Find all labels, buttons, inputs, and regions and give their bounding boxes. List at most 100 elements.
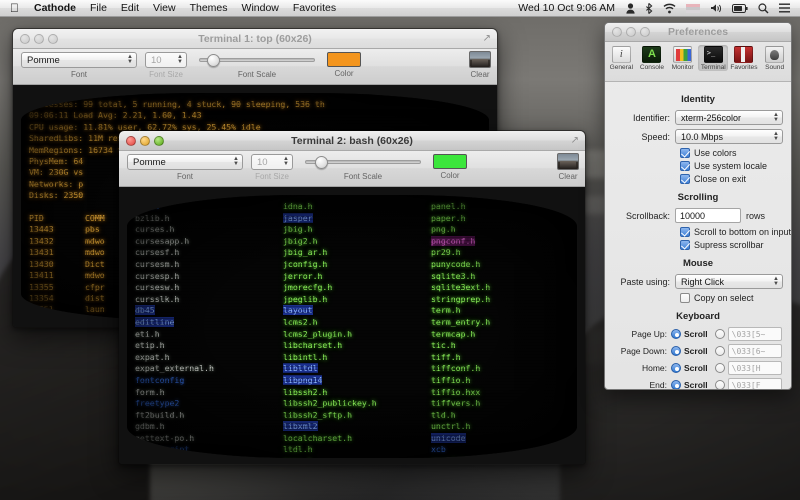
fullscreen-icon[interactable]: ↗ bbox=[571, 131, 585, 151]
terminal2-font-select[interactable]: Pomme ▲ ▼ bbox=[127, 154, 243, 170]
maximize-button[interactable] bbox=[154, 135, 164, 146]
terminal1-color-swatch[interactable] bbox=[327, 52, 361, 67]
menu-item-themes[interactable]: Themes bbox=[183, 0, 235, 17]
terminal1-font-scale-slider[interactable] bbox=[197, 52, 317, 68]
home-scroll-option[interactable]: Scroll bbox=[671, 363, 708, 373]
preferences-titlebar[interactable]: Preferences bbox=[605, 23, 791, 42]
menu-bar-status-area: Wed 10 Oct 9:06 AM bbox=[512, 0, 800, 16]
maximize-button[interactable] bbox=[48, 33, 58, 44]
pref-tab-favorites[interactable]: Favorites bbox=[729, 45, 759, 71]
terminal2-font-scale-slider[interactable] bbox=[303, 154, 423, 170]
scrollback-input[interactable]: 10000 bbox=[675, 208, 741, 223]
terminal2-crt[interactable]: boost bzlib.h curses.h cursesapp.h cursesf.h… bbox=[127, 195, 577, 458]
terminal1-font-size-select[interactable]: 10 ▲ ▼ bbox=[145, 52, 187, 68]
page-down-escape-radio[interactable] bbox=[714, 346, 725, 356]
menu-item-favorites[interactable]: Favorites bbox=[286, 0, 343, 17]
suppress-scrollbar-row[interactable]: Supress scrollbar bbox=[680, 240, 783, 250]
page-down-scroll-label: Scroll bbox=[684, 346, 708, 356]
page-down-escape-input[interactable]: \033[6~ bbox=[727, 344, 782, 358]
list-item: tiffvers.h bbox=[431, 398, 481, 409]
fullscreen-icon[interactable]: ↗ bbox=[483, 29, 497, 49]
home-escape-radio[interactable] bbox=[714, 363, 725, 373]
pref-tab-console[interactable]: Console bbox=[637, 45, 667, 71]
menu-item-file[interactable]: File bbox=[83, 0, 114, 17]
close-button[interactable] bbox=[126, 135, 136, 146]
list-item: pngconf.h bbox=[431, 235, 476, 246]
terminal-window-2[interactable]: Terminal 2: bash (60x26) ↗ Pomme ▲ ▼ Font… bbox=[118, 130, 586, 465]
close-on-exit-checkbox[interactable] bbox=[680, 174, 690, 184]
scroll-to-bottom-checkbox[interactable] bbox=[680, 227, 690, 237]
scroll-bottom-row[interactable]: Scroll to bottom on input bbox=[680, 227, 791, 237]
home-scroll-radio[interactable] bbox=[671, 363, 681, 373]
volume-icon[interactable] bbox=[705, 3, 727, 14]
file-listing: boost bzlib.h curses.h cursesapp.h cursesf.h… bbox=[135, 201, 569, 458]
list-item: expat.h bbox=[135, 351, 170, 362]
end-escape-input[interactable]: \033[F bbox=[727, 378, 782, 389]
speed-select[interactable]: 10.0 Mbps ▲ ▼ bbox=[675, 129, 783, 144]
minimize-button[interactable] bbox=[140, 135, 150, 146]
minimize-button[interactable] bbox=[626, 27, 636, 37]
terminal2-titlebar[interactable]: Terminal 2: bash (60x26) ↗ bbox=[119, 131, 585, 151]
menu-bar-clock[interactable]: Wed 10 Oct 9:06 AM bbox=[512, 2, 621, 14]
terminal1-window-controls bbox=[13, 33, 58, 44]
pref-tab-sound[interactable]: Sound bbox=[760, 45, 790, 71]
use-colors-row[interactable]: Use colors bbox=[680, 148, 783, 158]
paste-using-select[interactable]: Right Click ▲ ▼ bbox=[675, 274, 783, 289]
terminal1-color-label: Color bbox=[334, 69, 354, 78]
bluetooth-icon[interactable] bbox=[640, 2, 658, 14]
minimize-button[interactable] bbox=[34, 33, 44, 44]
use-system-locale-checkbox[interactable] bbox=[680, 161, 690, 171]
home-escape-input[interactable]: \033[H bbox=[727, 361, 782, 375]
close-button[interactable] bbox=[20, 33, 30, 44]
end-scroll-option[interactable]: Scroll bbox=[671, 380, 708, 389]
pref-tab-terminal[interactable]: Terminal bbox=[698, 45, 729, 71]
identifier-select[interactable]: xterm-256color ▲ ▼ bbox=[675, 110, 783, 125]
end-escape-radio[interactable] bbox=[714, 380, 725, 389]
menu-item-edit[interactable]: Edit bbox=[114, 0, 146, 17]
search-icon[interactable] bbox=[753, 2, 774, 14]
end-scroll-radio[interactable] bbox=[671, 380, 681, 389]
copy-on-select-row[interactable]: Copy on select bbox=[680, 293, 783, 303]
books-icon bbox=[734, 46, 754, 63]
menu-item-view[interactable]: View bbox=[146, 0, 183, 17]
slider-knob[interactable] bbox=[315, 155, 328, 169]
flag-icon[interactable] bbox=[681, 3, 705, 13]
list-item: jbig.h bbox=[283, 224, 313, 235]
page-down-scroll-radio[interactable] bbox=[671, 346, 681, 356]
terminal2-clear-button[interactable]: Clear bbox=[557, 153, 579, 181]
page-up-escape-input[interactable]: \033[5~ bbox=[727, 327, 782, 341]
preferences-window[interactable]: Preferences General Console Monitor Term… bbox=[604, 22, 792, 390]
row-pid: 13351 bbox=[29, 304, 54, 315]
menu-item-window[interactable]: Window bbox=[235, 0, 286, 17]
apple-menu-icon[interactable]:  bbox=[0, 0, 27, 17]
close-on-exit-row[interactable]: Close on exit bbox=[680, 174, 783, 184]
page-up-scroll-option[interactable]: Scroll bbox=[671, 329, 708, 339]
page-up-escape-radio[interactable] bbox=[714, 329, 725, 339]
terminal1-font-select[interactable]: Pomme ▲ ▼ bbox=[21, 52, 137, 68]
keyboard-heading: Keyboard bbox=[676, 311, 720, 322]
battery-icon[interactable] bbox=[727, 3, 753, 13]
pref-tab-general[interactable]: General bbox=[606, 45, 636, 71]
terminal2-fontscale-group: Font Scale bbox=[303, 151, 423, 181]
page-up-scroll-radio[interactable] bbox=[671, 329, 681, 339]
close-button[interactable] bbox=[612, 27, 622, 37]
copy-on-select-checkbox[interactable] bbox=[680, 293, 690, 303]
maximize-button[interactable] bbox=[640, 27, 650, 37]
terminal1-titlebar[interactable]: Terminal 1: top (60x26) ↗ bbox=[13, 29, 497, 49]
notification-icon[interactable] bbox=[774, 3, 795, 13]
identifier-value: xterm-256color bbox=[681, 112, 742, 123]
use-system-locale-row[interactable]: Use system locale bbox=[680, 161, 783, 171]
pref-tab-monitor[interactable]: Monitor bbox=[668, 45, 698, 71]
use-colors-checkbox[interactable] bbox=[680, 148, 690, 158]
user-icon[interactable] bbox=[621, 2, 640, 14]
slider-knob[interactable] bbox=[207, 53, 220, 67]
terminal2-color-swatch[interactable] bbox=[433, 154, 467, 169]
terminal2-font-size-select[interactable]: 10 ▲ ▼ bbox=[251, 154, 293, 170]
wifi-icon[interactable] bbox=[658, 3, 681, 14]
terminal1-clear-button[interactable]: Clear bbox=[469, 51, 491, 79]
suppress-scrollbar-checkbox[interactable] bbox=[680, 240, 690, 250]
list-item: cursesapp.h bbox=[135, 235, 190, 246]
page-down-scroll-option[interactable]: Scroll bbox=[671, 346, 708, 356]
menu-item-cathode[interactable]: Cathode bbox=[27, 0, 83, 17]
chevron-updown-icon: ▲ ▼ bbox=[773, 275, 779, 287]
